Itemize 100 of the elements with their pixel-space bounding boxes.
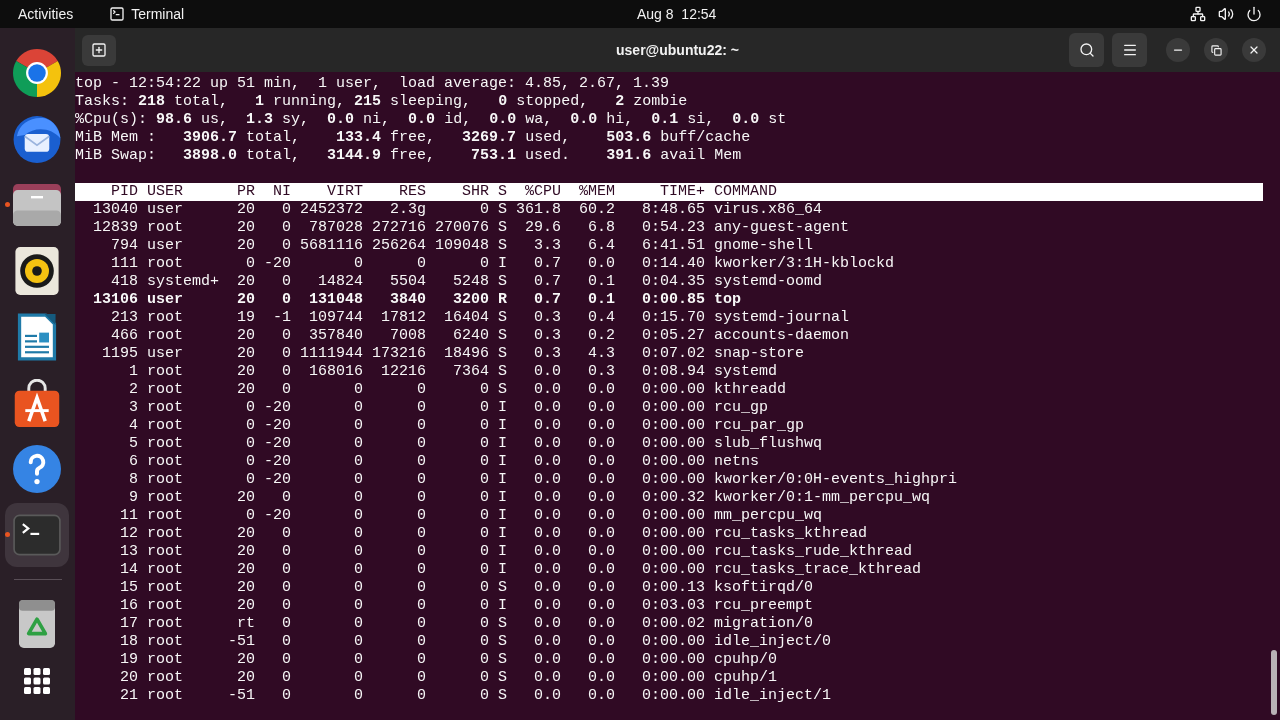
table-cell: 20 (237, 201, 255, 219)
column-header: SHR (462, 183, 489, 201)
table-cell: 0.0 (534, 399, 561, 417)
table-cell: 0 (282, 345, 291, 363)
table-cell: root (147, 453, 183, 471)
table-cell: 0 (354, 381, 363, 399)
table-cell: 20 (237, 525, 255, 543)
table-cell: 1111944 (300, 345, 363, 363)
table-cell: 0 (282, 327, 291, 345)
summary-line: MiB Mem : 3906.7 total, 133.4 free, 3269.7 used, 503.6 buff/cache (75, 129, 751, 146)
search-button[interactable] (1069, 33, 1104, 67)
scrollbar-thumb[interactable] (1271, 650, 1277, 715)
table-cell: 0 (354, 399, 363, 417)
table-cell: 0 (246, 399, 255, 417)
table-cell: 20 (237, 579, 255, 597)
table-cell: 2.3g (390, 201, 426, 219)
table-cell: 0.0 (588, 489, 615, 507)
network-icon[interactable] (1190, 6, 1206, 22)
column-header: PID (111, 183, 138, 201)
table-cell: 0.7 (534, 255, 561, 273)
new-tab-button[interactable] (82, 34, 116, 66)
table-cell: 0:04.35 (642, 273, 705, 291)
table-cell: 0 (354, 651, 363, 669)
table-cell: 0 (354, 525, 363, 543)
table-cell: 20 (237, 381, 255, 399)
table-cell: root (147, 219, 183, 237)
app-menu-button[interactable]: Terminal (109, 5, 185, 23)
table-cell: 0 (246, 507, 255, 525)
table-cell: I (498, 525, 507, 543)
table-cell: I (498, 543, 507, 561)
summary-line: top - 12:54:22 up 51 min, 1 user, load average: 4.85, 2.67, 1.39 (75, 75, 670, 92)
table-cell: 0:00.00 (642, 507, 705, 525)
table-cell: 270076 (435, 219, 489, 237)
power-icon[interactable] (1246, 6, 1262, 22)
table-cell: S (498, 237, 507, 255)
table-cell: root (147, 417, 183, 435)
maximize-button[interactable] (1204, 38, 1228, 62)
table-cell: 6.4 (588, 237, 615, 255)
table-cell: 0:00.00 (642, 435, 705, 453)
table-cell: 0:00.00 (642, 651, 705, 669)
close-icon (1248, 44, 1260, 56)
table-cell: 0 (417, 561, 426, 579)
table-cell: 0 (246, 255, 255, 273)
table-cell: 16404 (444, 309, 489, 327)
table-cell: root (147, 579, 183, 597)
table-cell: 0:00.00 (642, 453, 705, 471)
table-cell: 0 (354, 417, 363, 435)
table-cell: 0 (354, 471, 363, 489)
clock[interactable]: Aug 8 12:54 (637, 5, 717, 23)
table-cell: 9 (129, 489, 138, 507)
help-icon (13, 445, 61, 493)
table-cell: 0 (480, 471, 489, 489)
table-cell: S (498, 327, 507, 345)
table-cell: 20 (237, 273, 255, 291)
table-cell: 20 (237, 291, 255, 309)
table-cell: 0 (480, 597, 489, 615)
table-cell: 4 (129, 417, 138, 435)
table-cell: 0 (417, 543, 426, 561)
table-cell: rcu_par_gp (714, 417, 804, 435)
table-cell: I (498, 561, 507, 579)
table-cell: rcu_gp (714, 399, 768, 417)
table-cell: 20 (237, 669, 255, 687)
table-cell: 0 (480, 489, 489, 507)
table-cell: 0 (354, 543, 363, 561)
table-cell: 0 (354, 579, 363, 597)
table-cell: 0.0 (588, 255, 615, 273)
table-cell: slub_flushwq (714, 435, 823, 453)
table-cell: 0.0 (588, 633, 615, 651)
table-cell: I (498, 399, 507, 417)
table-cell: I (498, 597, 507, 615)
table-cell: 0 (354, 669, 363, 687)
activities-button[interactable]: Activities (18, 5, 74, 23)
table-cell: rcu_tasks_kthread (714, 525, 868, 543)
table-cell: 0.0 (534, 669, 561, 687)
table-cell: 0:00.00 (642, 471, 705, 489)
table-cell: 0.0 (534, 579, 561, 597)
volume-icon[interactable] (1218, 6, 1234, 22)
column-header: PR (237, 183, 255, 201)
table-cell: 8 (129, 471, 138, 489)
table-cell: user (147, 237, 183, 255)
table-cell: 0.0 (588, 471, 615, 489)
table-cell: S (498, 651, 507, 669)
minimize-button[interactable] (1166, 38, 1190, 62)
table-cell: 0 (246, 417, 255, 435)
table-cell: 0.0 (588, 597, 615, 615)
table-cell: 0 (480, 507, 489, 525)
menu-button[interactable] (1112, 33, 1147, 67)
table-cell: 357840 (309, 327, 363, 345)
table-cell: 0.7 (534, 291, 561, 309)
table-cell: 0:00.85 (642, 291, 705, 309)
terminal-icon (109, 6, 126, 22)
table-cell: 18 (120, 633, 138, 651)
table-cell: 0 (354, 597, 363, 615)
table-cell: 6.8 (588, 219, 615, 237)
table-cell: root (147, 435, 183, 453)
table-cell: root (147, 669, 183, 687)
table-cell: idle_inject/0 (714, 633, 832, 651)
close-button[interactable] (1242, 38, 1266, 62)
table-cell: 0.0 (534, 543, 561, 561)
table-cell: 5681116 (300, 237, 363, 255)
